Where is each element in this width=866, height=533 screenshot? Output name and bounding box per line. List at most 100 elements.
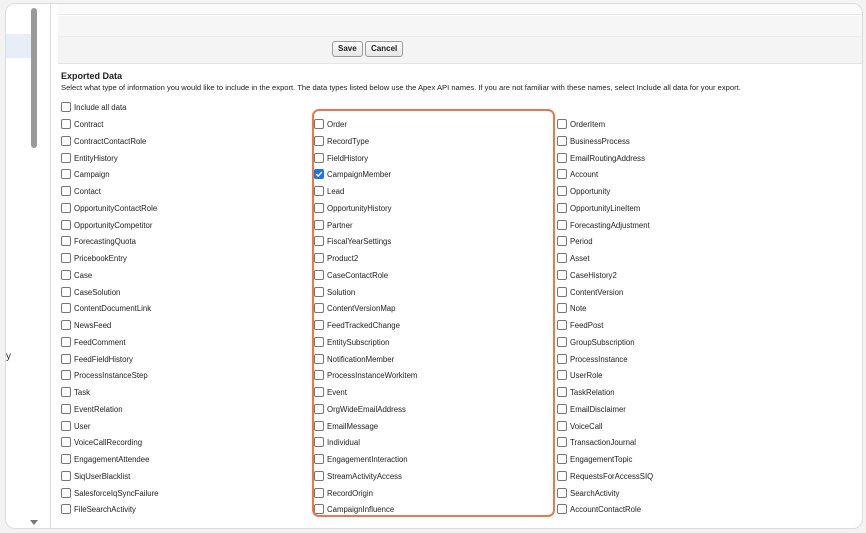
checkbox-item[interactable]: EmailDisclaimer (557, 402, 626, 416)
checkbox-item[interactable]: GroupSubscription (557, 335, 635, 349)
cancel-button[interactable]: Cancel (365, 41, 404, 57)
checkbox-item[interactable]: OpportunityCompetitor (61, 218, 152, 232)
checkbox-item[interactable]: Contact (61, 184, 101, 198)
checkbox[interactable] (557, 287, 567, 297)
checkbox-item[interactable]: FeedPost (557, 318, 603, 332)
checkbox-item[interactable]: Contract (61, 117, 103, 131)
checkbox[interactable] (61, 303, 71, 313)
checkbox-item[interactable]: RecordOrigin (314, 486, 373, 500)
checkbox[interactable] (557, 136, 567, 146)
checkbox[interactable] (314, 454, 324, 464)
checkbox[interactable] (61, 270, 71, 280)
sidebar-selected-item[interactable] (6, 34, 32, 58)
checkbox-item[interactable]: OpportunityContactRole (61, 201, 157, 215)
checkbox-item[interactable]: BusinessProcess (557, 134, 630, 148)
checkbox[interactable] (61, 454, 71, 464)
checkbox[interactable] (314, 303, 324, 313)
checkbox-item[interactable]: EngagementInteraction (314, 452, 408, 466)
save-button[interactable]: Save (332, 41, 363, 57)
checkbox-item[interactable]: Case (61, 268, 92, 282)
checkbox[interactable] (557, 236, 567, 246)
checkbox-item[interactable]: Lead (314, 184, 344, 198)
checkbox[interactable] (557, 354, 567, 364)
checkbox[interactable] (557, 186, 567, 196)
checkbox[interactable] (61, 387, 71, 397)
checkbox-item[interactable]: OrderItem (557, 117, 605, 131)
checkbox[interactable] (61, 354, 71, 364)
checkbox-item[interactable]: RecordType (314, 134, 369, 148)
checkbox[interactable] (314, 220, 324, 230)
checkbox[interactable] (314, 270, 324, 280)
checkbox[interactable] (557, 454, 567, 464)
checkbox[interactable] (61, 504, 71, 514)
checkbox-item[interactable]: EmailRoutingAddress (557, 151, 645, 165)
checkbox[interactable] (314, 136, 324, 146)
checkbox[interactable] (557, 203, 567, 213)
checkbox-item[interactable]: VoiceCall (557, 419, 603, 433)
checkbox[interactable] (61, 404, 71, 414)
checkbox-item[interactable]: ProcessInstanceStep (61, 368, 148, 382)
checkbox-item[interactable]: EmailMessage (314, 419, 378, 433)
checkbox[interactable] (314, 203, 324, 213)
checkbox[interactable] (557, 253, 567, 263)
checkbox[interactable] (61, 287, 71, 297)
checkbox-item[interactable]: StreamActivityAccess (314, 469, 402, 483)
checkbox[interactable] (314, 370, 324, 380)
checkbox[interactable] (314, 253, 324, 263)
checkbox[interactable] (61, 370, 71, 380)
checkbox-item[interactable]: NotificationMember (314, 352, 394, 366)
checkbox[interactable] (557, 488, 567, 498)
checkbox[interactable] (557, 370, 567, 380)
checkbox[interactable] (314, 236, 324, 246)
checkbox[interactable] (314, 437, 324, 447)
checkbox-item[interactable]: NewsFeed (61, 318, 111, 332)
checkbox[interactable] (314, 387, 324, 397)
checkbox[interactable] (61, 203, 71, 213)
checkbox[interactable] (61, 102, 71, 112)
checkbox-item[interactable]: Individual (314, 435, 360, 449)
checkbox[interactable] (557, 404, 567, 414)
checkbox-item[interactable]: Solution (314, 285, 355, 299)
checkbox-item[interactable]: Period (557, 234, 593, 248)
checkbox[interactable] (314, 421, 324, 431)
checkbox-item[interactable]: FeedFieldHistory (61, 352, 133, 366)
checkbox-item[interactable]: OpportunityHistory (314, 201, 392, 215)
checkbox[interactable] (61, 437, 71, 447)
checkbox-item[interactable]: OrgWideEmailAddress (314, 402, 406, 416)
checkbox-item[interactable]: Order (314, 117, 347, 131)
checkbox-item[interactable]: EngagementAttendee (61, 452, 149, 466)
checkbox-item[interactable]: ContractContactRole (61, 134, 146, 148)
checkbox-item[interactable]: Event (314, 385, 347, 399)
checkbox-item[interactable]: ContentDocumentLink (61, 301, 151, 315)
checkbox-item[interactable]: Task (61, 385, 90, 399)
scroll-down-arrow-icon[interactable] (30, 520, 38, 525)
checkbox[interactable] (61, 337, 71, 347)
checkbox[interactable] (314, 153, 324, 163)
checkbox[interactable] (314, 287, 324, 297)
checkbox[interactable] (557, 320, 567, 330)
checkbox-item[interactable]: FileSearchActivity (61, 502, 136, 516)
checkbox[interactable] (557, 387, 567, 397)
checkbox-item[interactable]: SiqUserBlacklist (61, 469, 130, 483)
checkbox[interactable] (61, 488, 71, 498)
checkbox[interactable] (314, 119, 324, 129)
checkbox[interactable] (557, 303, 567, 313)
checkbox[interactable] (314, 186, 324, 196)
checkbox-item[interactable]: VoiceCallRecording (61, 435, 142, 449)
checkbox-item[interactable]: Product2 (314, 251, 358, 265)
checkbox-item[interactable]: EventRelation (61, 402, 123, 416)
checkbox-item[interactable]: CaseSolution (61, 285, 120, 299)
checkbox[interactable] (61, 169, 71, 179)
checkbox-item[interactable]: ProcessInstance (557, 352, 628, 366)
checkbox[interactable] (314, 471, 324, 481)
checkbox-item[interactable]: EntitySubscription (314, 335, 389, 349)
checkbox-item[interactable]: TaskRelation (557, 385, 615, 399)
checkbox[interactable] (557, 421, 567, 431)
scrollbar-thumb[interactable] (31, 8, 37, 148)
checkbox[interactable] (314, 354, 324, 364)
checkbox-item[interactable]: CaseContactRole (314, 268, 388, 282)
checkbox-item[interactable]: FeedTrackedChange (314, 318, 400, 332)
checkbox-item[interactable]: SalesforceIqSyncFailure (61, 486, 159, 500)
checkbox[interactable] (61, 421, 71, 431)
checkbox-item[interactable]: EngagementTopic (557, 452, 632, 466)
